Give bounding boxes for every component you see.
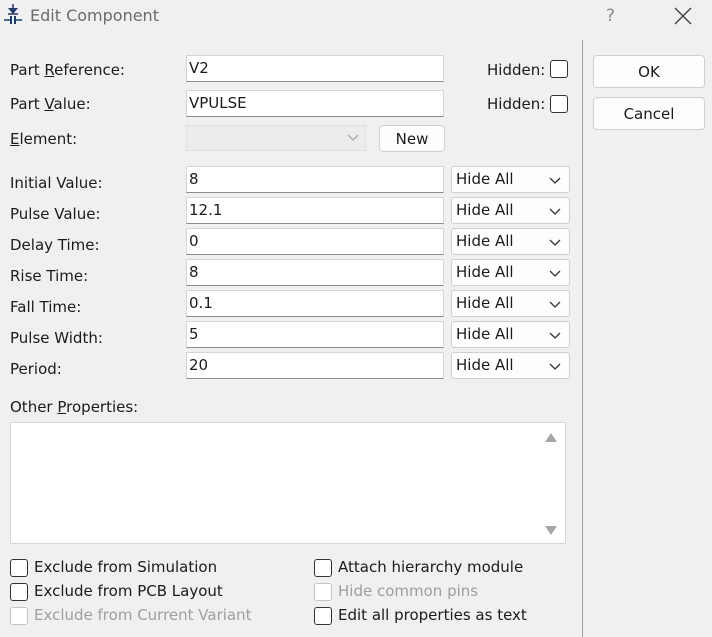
parameter-input[interactable]: 20 bbox=[186, 352, 444, 379]
part-reference-hidden-checkbox[interactable] bbox=[550, 60, 568, 78]
checkbox-label: Exclude from PCB Layout bbox=[34, 582, 223, 600]
parameter-input[interactable]: 8 bbox=[186, 259, 444, 286]
chevron-down-icon bbox=[347, 134, 359, 141]
element-dropdown[interactable] bbox=[186, 125, 366, 151]
visibility-dropdown-value: Hide All bbox=[456, 232, 514, 250]
part-reference-hidden-label: Hidden: bbox=[487, 61, 546, 79]
help-button[interactable]: ? bbox=[606, 6, 615, 26]
part-value-input[interactable]: VPULSE bbox=[186, 90, 444, 117]
checkbox-box bbox=[10, 607, 28, 625]
parameter-label: Rise Time: bbox=[10, 267, 89, 285]
visibility-dropdown[interactable]: Hide All bbox=[451, 352, 570, 379]
parameter-label: Initial Value: bbox=[10, 174, 103, 192]
visibility-dropdown-value: Hide All bbox=[456, 294, 514, 312]
part-value-hidden-label: Hidden: bbox=[487, 95, 546, 113]
parameter-input[interactable]: 0.1 bbox=[186, 290, 444, 317]
visibility-dropdown[interactable]: Hide All bbox=[451, 290, 570, 317]
parameter-label: Period: bbox=[10, 360, 62, 378]
checkbox-label: Attach hierarchy module bbox=[338, 558, 524, 576]
checkbox-label: Exclude from Current Variant bbox=[34, 606, 252, 624]
chevron-down-icon bbox=[549, 270, 561, 277]
part-value-label: Part Value: bbox=[10, 95, 91, 113]
checkbox-box bbox=[314, 583, 332, 601]
visibility-dropdown-value: Hide All bbox=[456, 325, 514, 343]
visibility-dropdown[interactable]: Hide All bbox=[451, 197, 570, 224]
chevron-down-icon bbox=[549, 332, 561, 339]
ok-button[interactable]: OK bbox=[593, 55, 705, 88]
title-bar: Edit Component ? bbox=[0, 0, 712, 32]
part-reference-label: Part Reference: bbox=[10, 61, 125, 79]
visibility-dropdown-value: Hide All bbox=[456, 263, 514, 281]
element-label: Element: bbox=[10, 130, 78, 148]
parameter-label: Pulse Value: bbox=[10, 205, 101, 223]
checkbox-label: Exclude from Simulation bbox=[34, 558, 218, 576]
chevron-down-icon bbox=[549, 177, 561, 184]
scroll-up-icon[interactable] bbox=[545, 433, 557, 442]
component-icon bbox=[4, 4, 22, 24]
checkbox-box[interactable] bbox=[314, 607, 332, 625]
chevron-down-icon bbox=[549, 301, 561, 308]
new-element-button[interactable]: New bbox=[379, 125, 445, 152]
parameter-input[interactable]: 12.1 bbox=[186, 197, 444, 224]
parameter-input[interactable]: 0 bbox=[186, 228, 444, 255]
other-properties-textarea[interactable] bbox=[10, 422, 566, 544]
parameter-input[interactable]: 8 bbox=[186, 166, 444, 193]
visibility-dropdown[interactable]: Hide All bbox=[451, 166, 570, 193]
parameter-label: Fall Time: bbox=[10, 298, 82, 316]
window-title: Edit Component bbox=[30, 6, 159, 25]
part-reference-input[interactable]: V2 bbox=[186, 55, 444, 82]
checkbox-box[interactable] bbox=[314, 559, 332, 577]
chevron-down-icon bbox=[549, 363, 561, 370]
part-value-hidden-checkbox[interactable] bbox=[550, 95, 568, 113]
visibility-dropdown[interactable]: Hide All bbox=[451, 259, 570, 286]
vertical-separator bbox=[582, 40, 583, 637]
checkbox-box[interactable] bbox=[10, 583, 28, 601]
cancel-button[interactable]: Cancel bbox=[593, 97, 705, 130]
parameter-label: Pulse Width: bbox=[10, 329, 103, 347]
chevron-down-icon bbox=[549, 208, 561, 215]
chevron-down-icon bbox=[549, 239, 561, 246]
visibility-dropdown-value: Hide All bbox=[456, 170, 514, 188]
parameter-label: Delay Time: bbox=[10, 236, 100, 254]
visibility-dropdown[interactable]: Hide All bbox=[451, 321, 570, 348]
scroll-down-icon[interactable] bbox=[545, 526, 557, 535]
checkbox-label: Hide common pins bbox=[338, 582, 479, 600]
other-properties-label: Other Properties: bbox=[10, 398, 139, 416]
visibility-dropdown-value: Hide All bbox=[456, 201, 514, 219]
close-icon[interactable] bbox=[672, 5, 694, 27]
checkbox-box[interactable] bbox=[10, 559, 28, 577]
checkbox-label: Edit all properties as text bbox=[338, 606, 527, 624]
parameter-input[interactable]: 5 bbox=[186, 321, 444, 348]
visibility-dropdown-value: Hide All bbox=[456, 356, 514, 374]
visibility-dropdown[interactable]: Hide All bbox=[451, 228, 570, 255]
